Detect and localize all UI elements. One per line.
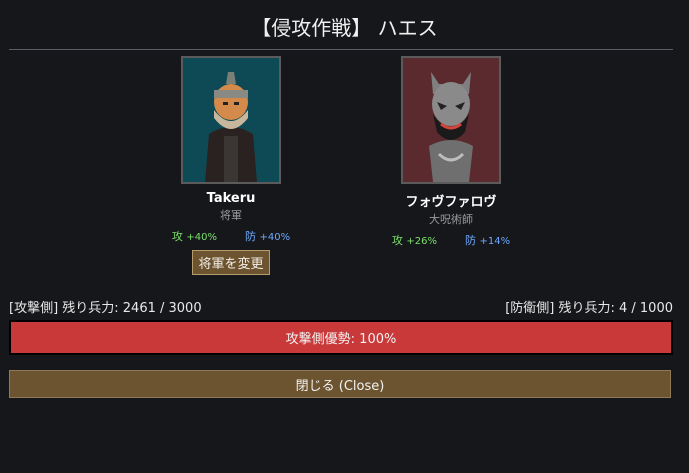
change-general-button[interactable]: 将軍を変更 [192, 250, 270, 275]
title-divider [9, 49, 673, 50]
attacker-role: 将軍 [220, 209, 242, 222]
forces-row: [攻撃側] 残り兵力: 2461 / 3000 [防衛側] 残り兵力: 4 / … [9, 297, 673, 316]
attacker-forces: [攻撃側] 残り兵力: 2461 / 3000 [9, 301, 202, 316]
defender-def-stat: 防 +14% [465, 234, 511, 247]
advantage-label: 攻撃側優勢: 100% [285, 332, 397, 347]
defender-forces: [防衛側] 残り兵力: 4 / 1000 [505, 301, 673, 316]
attacker-name: Takeru [206, 191, 256, 206]
general-portrait-icon [205, 72, 257, 182]
sorcerer-portrait-icon [429, 72, 473, 182]
attacker-stats: 攻 +40% 防 +40% [172, 228, 290, 244]
advantage-bar: 攻撃側優勢: 100% [9, 320, 673, 355]
defender-role: 大呪術師 [429, 213, 473, 226]
attacker-atk-stat: 攻 +40% [171, 230, 217, 243]
attacker-portrait [181, 56, 281, 184]
defender-card: フォヴファロヴ 大呪術師 攻 +26% 防 +14% [371, 56, 531, 248]
close-button[interactable]: 閉じる (Close) [9, 370, 671, 398]
defender-name: フォヴファロヴ [405, 195, 497, 210]
defender-atk-stat: 攻 +26% [391, 234, 437, 247]
attacker-card: Takeru 将軍 攻 +40% 防 +40% 将軍を変更 [151, 56, 311, 275]
defender-stats: 攻 +26% 防 +14% [392, 232, 510, 248]
defender-portrait [401, 56, 501, 184]
attacker-def-stat: 防 +40% [245, 230, 291, 243]
dialog-title: 【侵攻作戦】 ハエス [251, 16, 438, 40]
